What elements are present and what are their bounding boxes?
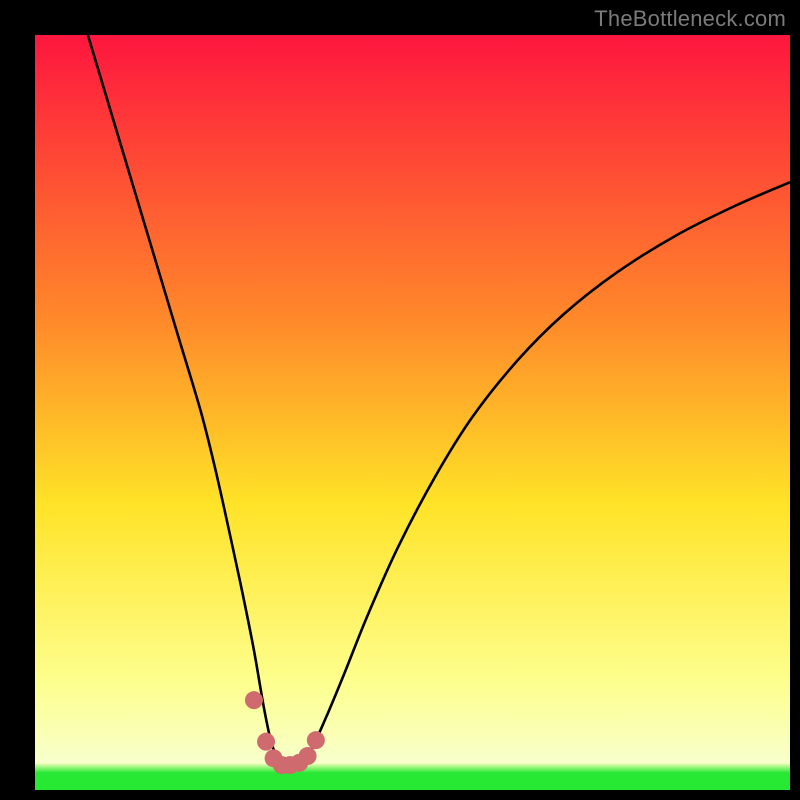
chart-stage: TheBottleneck.com: [0, 0, 800, 800]
watermark-text: TheBottleneck.com: [594, 6, 786, 32]
plot-gradient: [35, 35, 790, 790]
green-band: [35, 764, 790, 790]
highlight-dot: [245, 691, 263, 709]
highlight-dot: [257, 733, 275, 751]
highlight-dot: [299, 747, 317, 765]
highlight-dot: [307, 731, 325, 749]
bottleneck-plot: [0, 0, 800, 800]
